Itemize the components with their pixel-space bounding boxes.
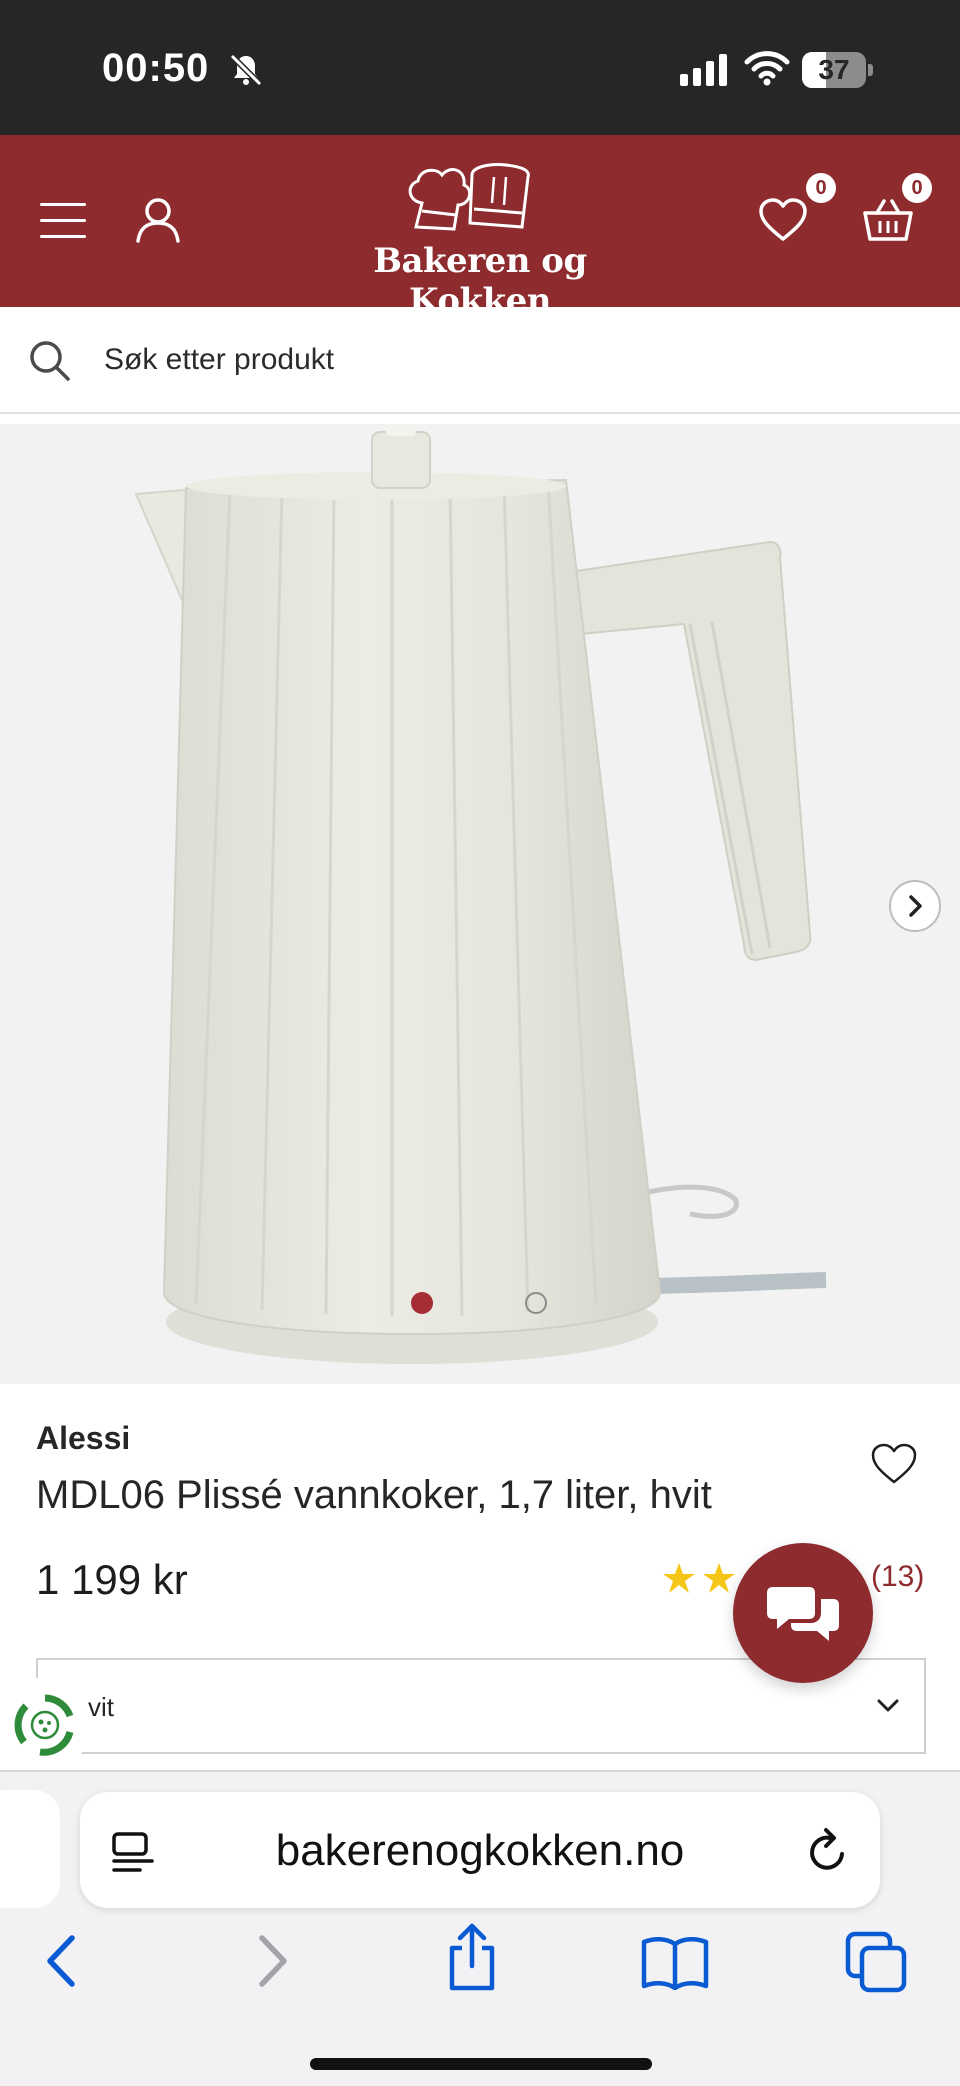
tabs-icon[interactable] (844, 1930, 910, 1994)
browser-toolbar: bakerenogkokken.no (0, 1770, 960, 2086)
heart-icon[interactable] (870, 1442, 918, 1486)
forward-icon[interactable] (252, 1932, 292, 1990)
recycle-badge[interactable] (0, 1678, 92, 1770)
address-bar[interactable]: bakerenogkokken.no (80, 1792, 880, 1908)
hamburger-icon[interactable] (40, 201, 88, 241)
status-bar: 00:50 37 (0, 0, 960, 135)
bookmarks-icon[interactable] (640, 1934, 710, 1990)
chat-icon (767, 1587, 839, 1641)
address-text[interactable]: bakerenogkokken.no (80, 1826, 880, 1876)
previous-tab-preview[interactable] (0, 1790, 60, 1908)
wishlist-count-badge: 0 (806, 173, 836, 203)
gallery-dot-2[interactable] (525, 1292, 547, 1314)
review-count[interactable]: (13) (871, 1560, 924, 1594)
search-icon (30, 341, 70, 381)
user-icon[interactable] (134, 195, 182, 243)
cart-count-badge: 0 (902, 173, 932, 203)
battery-indicator: 37 (802, 52, 873, 88)
home-indicator (310, 2058, 652, 2070)
search-input[interactable]: Søk etter produkt (104, 343, 334, 377)
search-bar[interactable]: Søk etter produkt (0, 307, 960, 414)
bell-off-icon (229, 53, 263, 87)
status-time: 00:50 (102, 46, 210, 90)
recycle-icon (14, 1694, 74, 1756)
gallery-dot-1[interactable] (411, 1292, 433, 1314)
next-image-button[interactable] (889, 880, 941, 932)
heart-outline-icon (759, 198, 807, 241)
basket-icon (863, 199, 913, 241)
product-image-gallery[interactable] (0, 424, 960, 1384)
page: 00:50 37 Bakeren og Kokken 0 0 Søk etter… (0, 0, 960, 2086)
rating-stars[interactable] (662, 1561, 742, 1597)
back-icon[interactable] (42, 1932, 82, 1990)
site-logo[interactable]: Bakeren og Kokken (300, 157, 660, 321)
chef-hats-logo-icon (408, 163, 530, 231)
reload-icon[interactable] (806, 1826, 850, 1874)
signal-icon (680, 54, 727, 86)
chevron-right-icon (909, 895, 922, 917)
battery-level: 37 (818, 54, 850, 85)
chevron-down-icon (877, 1699, 899, 1712)
variant-selected-value: vit (88, 1692, 114, 1722)
cart-button[interactable]: 0 (862, 173, 932, 248)
chat-button[interactable] (733, 1543, 873, 1683)
site-header: Bakeren og Kokken 0 0 (0, 135, 960, 321)
star-icon (703, 1563, 735, 1593)
product-brand[interactable]: Alessi (36, 1420, 130, 1457)
wishlist-button[interactable]: 0 (758, 173, 836, 248)
product-title: MDL06 Plissé vannkoker, 1,7 liter, hvit (36, 1473, 712, 1517)
wifi-icon (744, 51, 790, 86)
product-price: 1 199 kr (36, 1556, 188, 1603)
star-icon (663, 1563, 695, 1593)
product-image[interactable] (0, 424, 960, 1384)
share-icon[interactable] (444, 1922, 500, 1992)
